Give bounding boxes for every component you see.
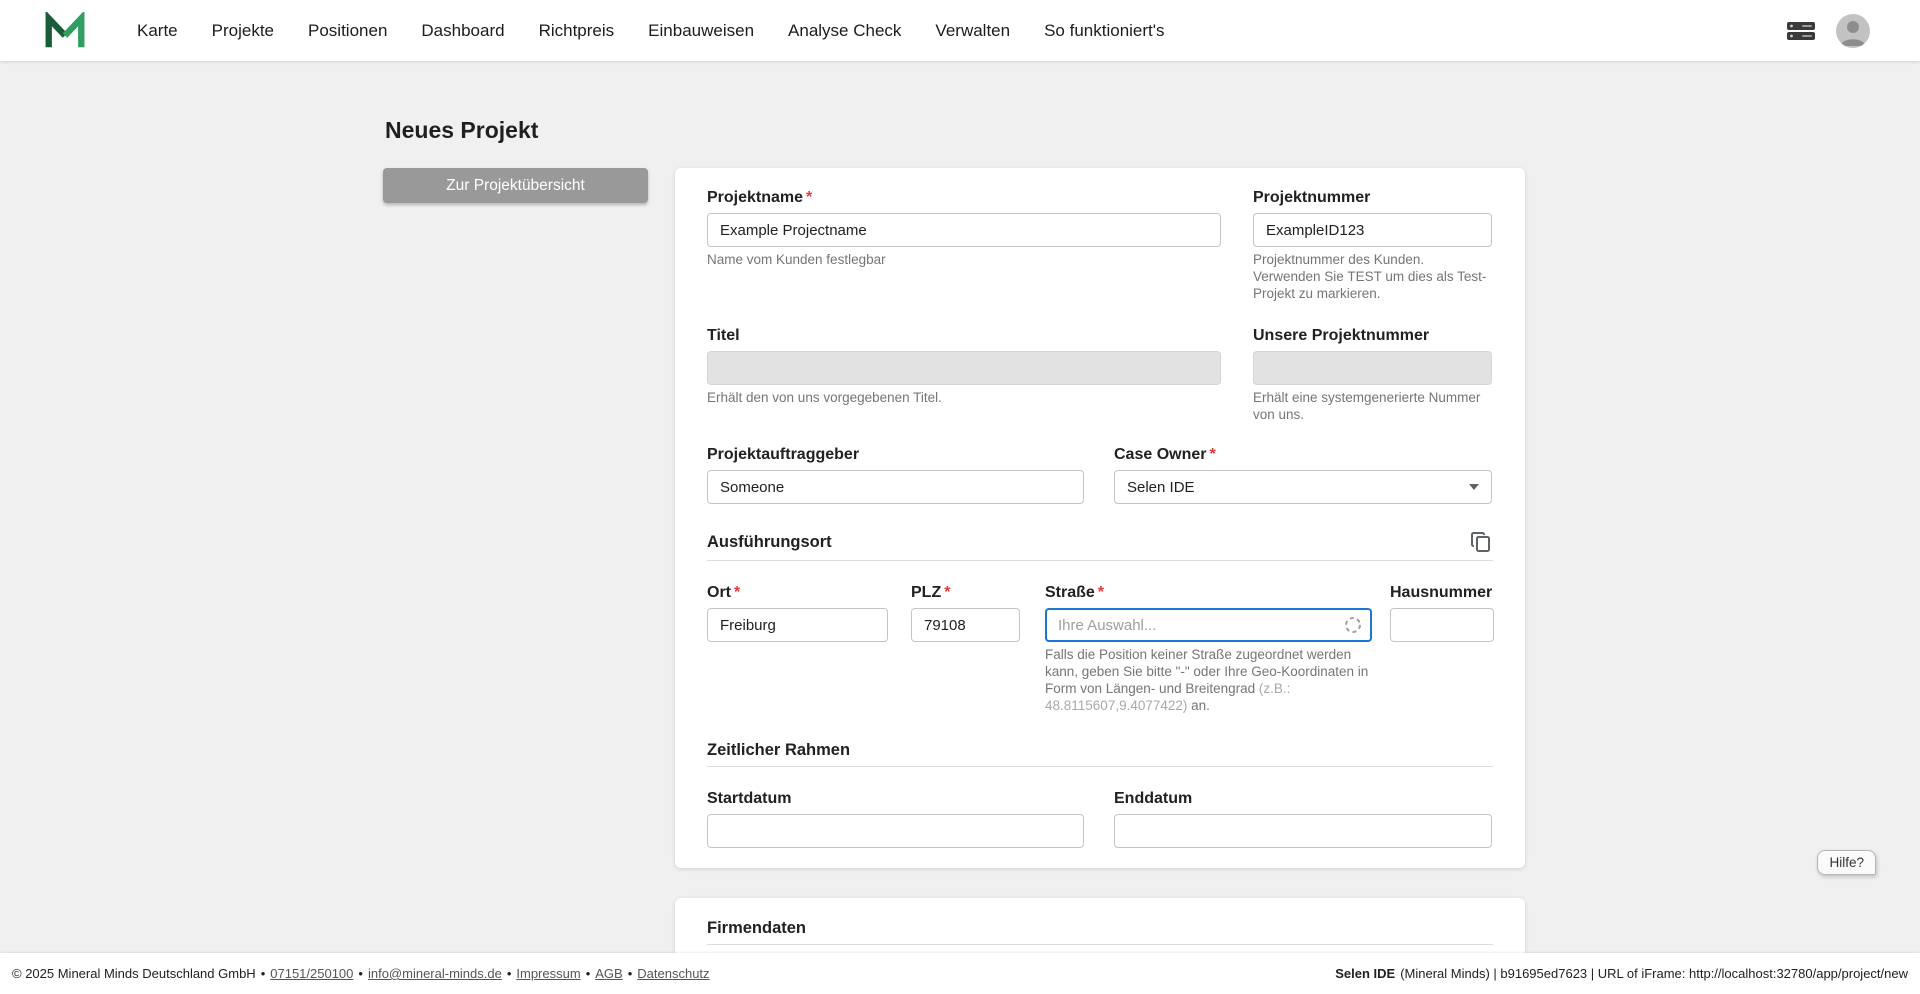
required-asterisk: * [1098, 584, 1104, 601]
required-asterisk: * [944, 584, 950, 601]
page-title: Neues Projekt [385, 117, 1525, 144]
server-icon-glyph [1786, 19, 1816, 43]
ort-input[interactable] [707, 608, 888, 642]
strasse-input[interactable] [1045, 608, 1372, 642]
server-icon[interactable] [1786, 19, 1816, 43]
enddatum-input[interactable] [1114, 814, 1492, 848]
nav-item-positionen[interactable]: Positionen [308, 21, 387, 41]
avatar [1836, 14, 1870, 48]
nav-item-einbauweisen[interactable]: Einbauweisen [648, 21, 754, 41]
startdatum-input[interactable] [707, 814, 1084, 848]
nav-item-analyse-check[interactable]: Analyse Check [788, 21, 901, 41]
app-logo[interactable] [45, 12, 85, 50]
footer-email-link[interactable]: info@mineral-minds.de [368, 966, 502, 981]
help-button[interactable]: Hilfe? [1817, 850, 1876, 875]
chevron-down-icon [1469, 484, 1479, 490]
enddatum-label: Enddatum [1114, 789, 1492, 809]
projektauftraggeber-label: Projektauftraggeber [707, 445, 1084, 465]
required-asterisk: * [734, 584, 740, 601]
titel-helper: Erhält den von uns vorgegebenen Titel. [707, 389, 1221, 406]
separator: • [358, 966, 363, 981]
hausnummer-input[interactable] [1390, 608, 1494, 642]
startdatum-label: Startdatum [707, 789, 1084, 809]
mineral-minds-logo-icon [45, 12, 85, 50]
separator: • [507, 966, 512, 981]
footer-impressum-link[interactable]: Impressum [516, 966, 580, 981]
copy-icon [1469, 530, 1493, 554]
plz-input[interactable] [911, 608, 1020, 642]
strasse-label: Straße* [1045, 583, 1372, 603]
strasse-helper: Falls die Position keiner Straße zugeord… [1045, 646, 1372, 714]
nav-item-projekte[interactable]: Projekte [212, 21, 274, 41]
project-form-card: Projektname* Name vom Kunden festlegbar … [675, 168, 1525, 868]
section-ausfuehrungsort-title: Ausführungsort [707, 532, 832, 552]
nav-item-so-funktionierts[interactable]: So funktioniert's [1044, 21, 1164, 41]
user-avatar[interactable] [1836, 14, 1870, 48]
section-firmendaten-title: Firmendaten [707, 918, 806, 938]
projektnummer-label: Projektnummer [1253, 188, 1492, 208]
footer-datenschutz-link[interactable]: Datenschutz [637, 966, 709, 981]
projektname-helper: Name vom Kunden festlegbar [707, 251, 1221, 268]
footer-phone-link[interactable]: 07151/250100 [270, 966, 353, 981]
separator: • [628, 966, 633, 981]
titel-label: Titel [707, 326, 1221, 346]
hausnummer-label: Hausnummer [1390, 583, 1494, 603]
projektnummer-helper: Projektnummer des Kunden. Verwenden Sie … [1253, 251, 1492, 302]
nav-item-richtpreis[interactable]: Richtpreis [539, 21, 615, 41]
unsere-projektnummer-input [1253, 351, 1492, 385]
main-navigation: Karte Projekte Positionen Dashboard Rich… [137, 21, 1165, 41]
case-owner-select[interactable]: Selen IDE [1114, 470, 1492, 504]
ort-label: Ort* [707, 583, 888, 603]
footer-copyright: © 2025 Mineral Minds Deutschland GmbH [12, 966, 256, 981]
main-content: Neues Projekt Zur Projektübersicht Proje… [0, 61, 1920, 953]
back-to-project-overview-button[interactable]: Zur Projektübersicht [383, 168, 648, 203]
required-asterisk: * [806, 189, 812, 206]
footer-agb-link[interactable]: AGB [595, 966, 622, 981]
top-navbar: Karte Projekte Positionen Dashboard Rich… [0, 0, 1920, 61]
person-icon [1836, 14, 1870, 48]
nav-item-dashboard[interactable]: Dashboard [421, 21, 504, 41]
footer-session-info: (Mineral Minds) | b91695ed7623 | URL of … [1400, 966, 1908, 981]
projektname-label: Projektname* [707, 188, 1221, 208]
page-footer: © 2025 Mineral Minds Deutschland GmbH • … [0, 953, 1920, 994]
projektnummer-input[interactable] [1253, 213, 1492, 247]
copy-address-button[interactable] [1469, 530, 1493, 554]
section-zeitlicher-rahmen-title: Zeitlicher Rahmen [707, 740, 850, 760]
separator: • [261, 966, 266, 981]
required-asterisk: * [1209, 446, 1215, 463]
case-owner-selected-value: Selen IDE [1127, 479, 1195, 496]
titel-input [707, 351, 1221, 385]
unsere-projektnummer-helper: Erhält eine systemgenerierte Nummer von … [1253, 389, 1492, 423]
plz-label: PLZ* [911, 583, 1020, 603]
projektname-input[interactable] [707, 213, 1221, 247]
projektauftraggeber-input[interactable] [707, 470, 1084, 504]
nav-item-karte[interactable]: Karte [137, 21, 178, 41]
nav-item-verwalten[interactable]: Verwalten [935, 21, 1010, 41]
firmendaten-card: Firmendaten [675, 898, 1525, 953]
separator: • [586, 966, 591, 981]
case-owner-label: Case Owner* [1114, 445, 1492, 465]
loading-spinner-icon [1344, 616, 1362, 634]
unsere-projektnummer-label: Unsere Projektnummer [1253, 326, 1492, 346]
footer-user-name: Selen IDE [1335, 966, 1395, 981]
